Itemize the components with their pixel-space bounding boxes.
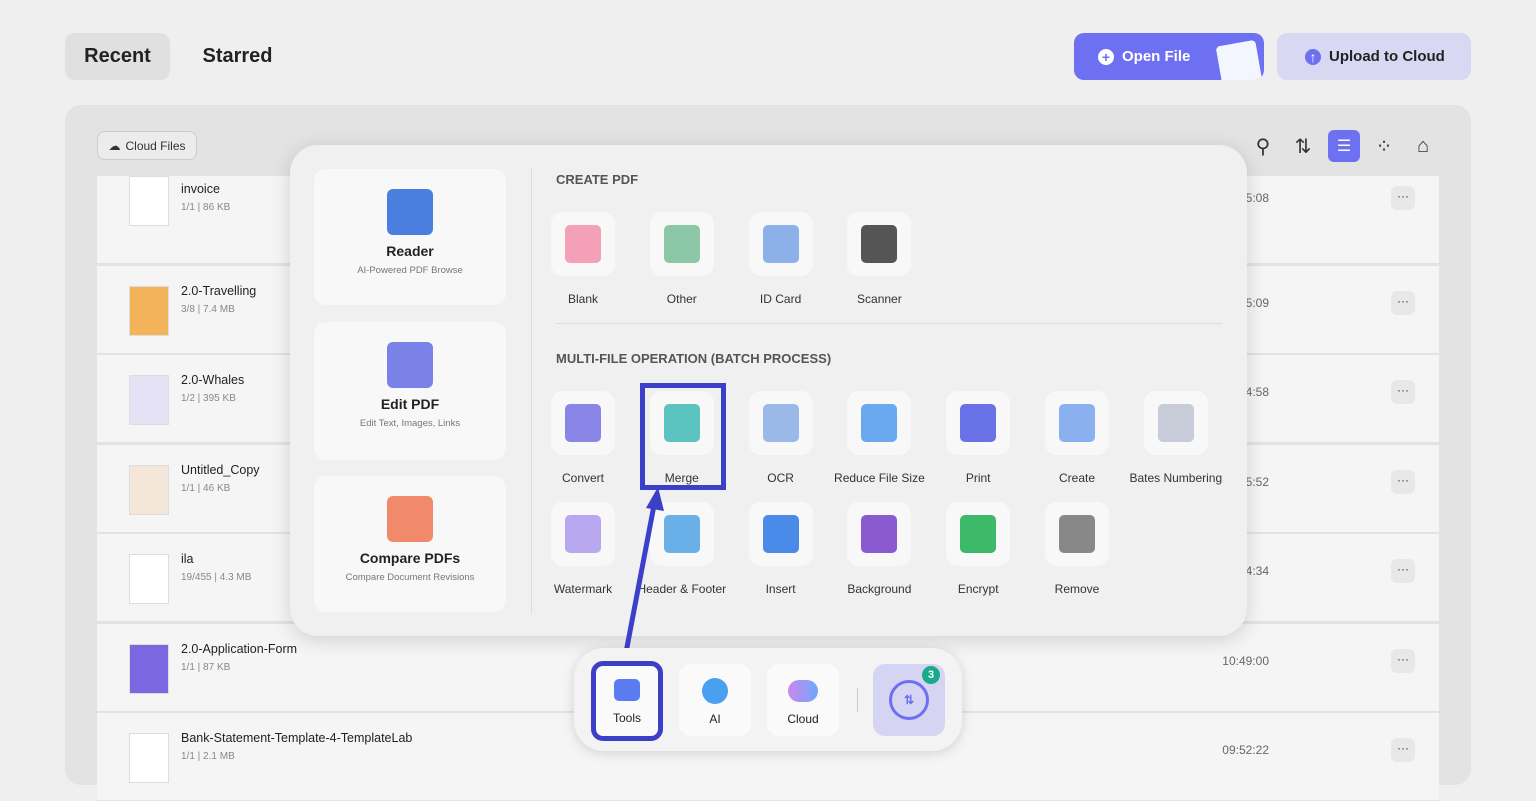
sync-badge: 3 xyxy=(922,666,940,684)
merge-highlight-box xyxy=(640,383,726,490)
sync-button[interactable]: ⇅ 3 xyxy=(873,664,945,736)
cloud-button[interactable]: Cloud xyxy=(767,664,839,736)
ai-icon xyxy=(702,678,728,704)
divider xyxy=(857,688,858,712)
tools-label: Tools xyxy=(612,711,641,725)
cloud-label: Cloud xyxy=(787,712,819,726)
sync-icon: ⇅ xyxy=(889,680,929,720)
ai-label: AI xyxy=(709,712,721,726)
tools-button[interactable]: Tools xyxy=(591,661,663,741)
ai-button[interactable]: AI xyxy=(679,664,751,736)
toolbox-icon xyxy=(614,679,640,701)
cloud-icon xyxy=(788,680,818,702)
bottom-dock: Tools AI Cloud ⇅ 3 xyxy=(574,648,962,751)
